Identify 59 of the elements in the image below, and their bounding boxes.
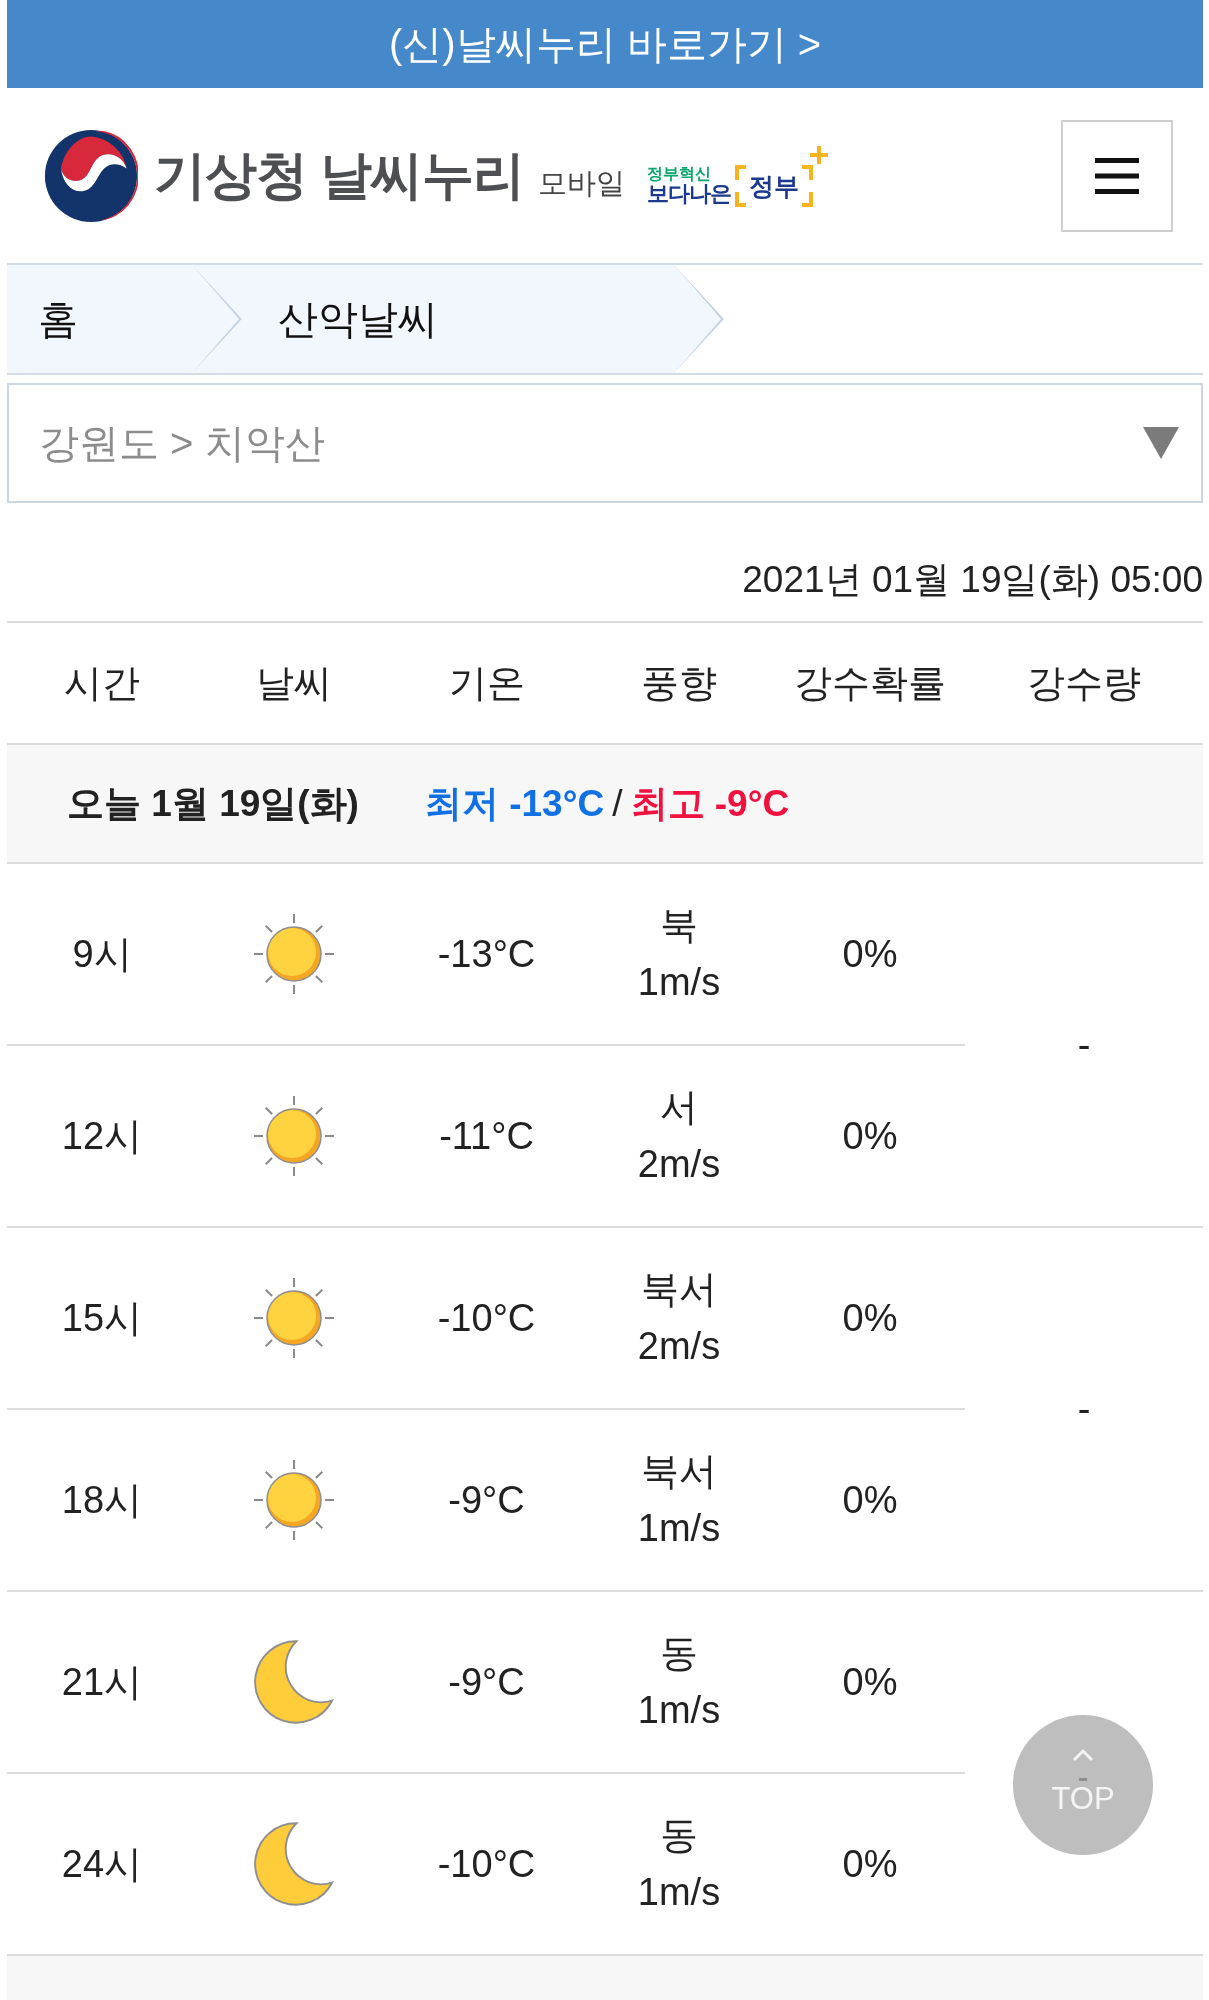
precipitation-chance-cell: 0% bbox=[842, 1660, 898, 1704]
temperature-cell: -9°C bbox=[448, 1478, 525, 1522]
rainfall-cell: - bbox=[1077, 1023, 1091, 1067]
sun-icon bbox=[251, 1094, 336, 1178]
moon-icon bbox=[251, 1640, 336, 1724]
location-select[interactable]: 강원도 > 치악산 bbox=[7, 383, 1203, 503]
bracket-icon bbox=[735, 164, 748, 207]
new-site-banner-link[interactable]: (신)날씨누리 바로가기 > bbox=[7, 0, 1203, 88]
sun-icon bbox=[251, 1458, 336, 1542]
gov-slogan: 보다나은 bbox=[647, 182, 732, 207]
wind-cell-text: 서 2m/s bbox=[637, 1085, 721, 1187]
wind-cell-text: 북서 2m/s bbox=[637, 1267, 721, 1369]
time-cell-text: 9시 bbox=[72, 931, 132, 977]
breadcrumb-link[interactable]: 홈 bbox=[7, 265, 242, 373]
caret-up-icon bbox=[1071, 1747, 1095, 1782]
gov-word: 정부 bbox=[748, 170, 801, 202]
column-header: 강수확률 bbox=[794, 660, 946, 706]
caret-down-icon bbox=[1143, 427, 1179, 459]
menu-button[interactable] bbox=[1061, 119, 1173, 232]
min-temperature: 최저 -13°C bbox=[424, 781, 605, 826]
sun-icon bbox=[251, 1276, 336, 1360]
precipitation-chance-cell: 0% bbox=[842, 1842, 898, 1886]
precipitation-chance-cell: 0% bbox=[842, 932, 898, 976]
menu-icon bbox=[1095, 157, 1139, 194]
emblem-icon bbox=[44, 128, 138, 223]
temperature-cell: -10°C bbox=[437, 1842, 536, 1886]
wind-cell-text: 북 1m/s bbox=[637, 903, 721, 1005]
temperature-cell: -11°C bbox=[439, 1114, 534, 1158]
column-header: 강수량 bbox=[1027, 660, 1141, 706]
precipitation-chance-cell: 0% bbox=[842, 1296, 898, 1340]
temperature-separator: / bbox=[612, 782, 623, 825]
temperature-cell: -10°C bbox=[437, 1296, 536, 1340]
temperature-cell: -13°C bbox=[437, 932, 536, 976]
time-cell-text: 21시 bbox=[61, 1659, 143, 1705]
bracket-plus-icon bbox=[801, 144, 830, 207]
temperature-cell: -9°C bbox=[448, 1660, 525, 1704]
site-subtitle: 모바일 bbox=[538, 165, 626, 201]
wind-cell-text: 북서 1m/s bbox=[637, 1449, 721, 1551]
issued-time: 2021년 01월 19일(화) 05:00 bbox=[742, 558, 1203, 602]
time-cell-text: 15시 bbox=[61, 1295, 143, 1341]
wind-cell-text: 동 1m/s bbox=[637, 1813, 721, 1915]
column-header: 풍향 bbox=[641, 660, 717, 706]
sun-icon bbox=[251, 912, 336, 996]
column-header: 기온 bbox=[448, 660, 525, 706]
max-temperature: 최고 -9°C bbox=[630, 781, 790, 826]
column-header: 날씨 bbox=[255, 660, 332, 706]
precipitation-chance-cell: 0% bbox=[842, 1478, 898, 1522]
precipitation-chance-cell: 0% bbox=[842, 1114, 898, 1158]
breadcrumb-link[interactable]: 산악날씨 bbox=[194, 265, 724, 373]
gov-tagline: 정부혁신 bbox=[647, 164, 712, 183]
wind-cell-text: 동 1m/s bbox=[637, 1631, 721, 1733]
rainfall-cell: - bbox=[1077, 1387, 1091, 1431]
day-label: 오늘 1월 19일(화) bbox=[67, 781, 359, 826]
time-cell-text: 24시 bbox=[61, 1841, 143, 1887]
time-cell-text: 12시 bbox=[61, 1113, 143, 1159]
moon-icon bbox=[251, 1822, 336, 1906]
time-cell-text: 18시 bbox=[61, 1477, 143, 1523]
column-header: 시간 bbox=[64, 660, 140, 706]
site-title: 기상청 날씨누리 bbox=[154, 144, 525, 206]
